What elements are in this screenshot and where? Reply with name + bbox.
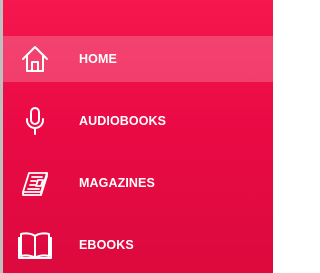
home-icon: [17, 41, 53, 77]
nav-item-label: AUDIOBOOKS: [79, 114, 167, 128]
nav-item-label: MAGAZINES: [79, 176, 155, 190]
nav-item-ebooks[interactable]: EBOOKS: [3, 222, 273, 268]
open-book-icon: [17, 227, 53, 263]
nav-item-label: HOME: [79, 52, 117, 66]
nav-item-audiobooks[interactable]: AUDIOBOOKS: [3, 98, 273, 144]
nav-list: HOME AUDIOBOOKS MAGAZINES EBOOKS: [3, 36, 273, 273]
magazine-icon: [17, 165, 53, 201]
microphone-icon: [17, 103, 53, 139]
nav-item-label: EBOOKS: [79, 238, 134, 252]
navigation-drawer: HOME AUDIOBOOKS MAGAZINES EBOOKS: [0, 0, 273, 273]
nav-item-home[interactable]: HOME: [3, 36, 273, 82]
nav-item-magazines[interactable]: MAGAZINES: [3, 160, 273, 206]
